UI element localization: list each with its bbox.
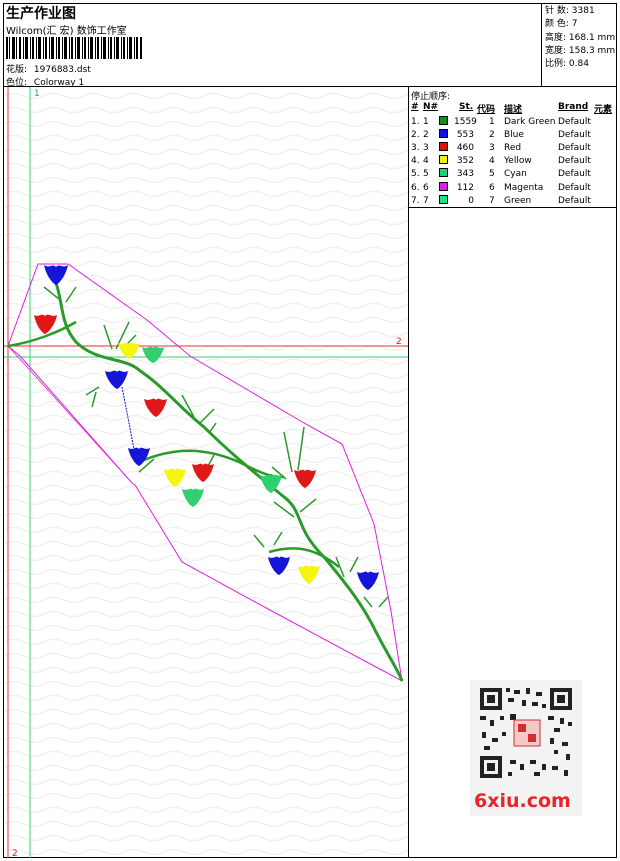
row-index: 1. xyxy=(411,117,420,127)
design-filename: 1976883.dst xyxy=(33,65,91,75)
row-needle: 5 xyxy=(423,169,429,179)
stop-sequence-row: 2. 2 553 2 Blue Default xyxy=(410,129,616,142)
color-count: 颜 色: 7 xyxy=(545,19,578,29)
row-brand: Default xyxy=(558,143,591,153)
row-description: Blue xyxy=(504,130,524,140)
marker-bottom: 2 xyxy=(12,849,18,858)
color-swatch xyxy=(439,129,448,138)
col-header-description: 描述 xyxy=(504,105,523,115)
row-code: 2 xyxy=(489,130,495,140)
col-header-element: 元素 xyxy=(594,105,613,115)
row-description: Cyan xyxy=(504,169,527,179)
company-name: Wilcom(汇 宏) 数饰工作室 xyxy=(6,26,127,37)
marker-right: 2 xyxy=(396,337,402,347)
row-code: 3 xyxy=(489,143,495,153)
stop-sequence-row: 3. 3 460 3 Red Default xyxy=(410,142,616,155)
col-header-number: N# xyxy=(423,102,439,112)
stop-sequence-row: 5. 5 343 5 Cyan Default xyxy=(410,168,616,181)
page-title: 生产作业图 xyxy=(6,6,76,22)
col-header-code: 代码 xyxy=(477,105,496,115)
row-stitches: 343 xyxy=(456,169,474,179)
row-code: 6 xyxy=(489,183,495,193)
row-description: Yellow xyxy=(504,156,532,166)
marker-top: 1 xyxy=(34,89,40,99)
col-header-stitches: St. xyxy=(459,102,474,112)
design-scale: 比例: 0.84 xyxy=(545,59,589,69)
table-divider xyxy=(409,207,617,208)
row-code: 5 xyxy=(489,169,495,179)
row-brand: Default xyxy=(558,156,591,166)
stop-sequence-row: 4. 4 352 4 Yellow Default xyxy=(410,155,616,168)
col-header-brand: Brand xyxy=(558,102,589,112)
row-brand: Default xyxy=(558,169,591,179)
row-needle: 3 xyxy=(423,143,429,153)
color-swatch xyxy=(439,116,448,125)
row-brand: Default xyxy=(558,117,591,127)
stop-sequence-row: 6. 6 112 6 Magenta Default xyxy=(410,182,616,195)
row-index: 2. xyxy=(411,130,420,140)
row-code: 4 xyxy=(489,156,495,166)
design-width: 宽度: 158.3 mm xyxy=(545,46,616,56)
stop-sequence-row: 1. 1 1559 1 Dark Green Default xyxy=(410,116,616,129)
col-header-index: # xyxy=(411,102,419,112)
row-needle: 4 xyxy=(423,156,429,166)
row-stitches: 352 xyxy=(456,156,474,166)
design-canvas: 1 2 2 xyxy=(4,87,408,858)
site-watermark: 6xiu.com xyxy=(474,790,571,812)
row-stitches: 460 xyxy=(456,143,474,153)
row-description: Dark Green xyxy=(504,117,556,127)
row-index: 5. xyxy=(411,169,420,179)
design-info: 花版: 1976883.dst xyxy=(6,62,91,75)
row-brand: Default xyxy=(558,183,591,193)
row-needle: 2 xyxy=(423,130,429,140)
stop-sequence-title: 停止顺序: xyxy=(411,92,451,102)
row-description: Magenta xyxy=(504,183,544,193)
row-index: 3. xyxy=(411,143,420,153)
row-stitches: 1559 xyxy=(454,117,477,127)
color-swatch xyxy=(439,142,448,151)
row-needle: 1 xyxy=(423,117,429,127)
row-stitches: 553 xyxy=(456,130,474,140)
row-brand: Default xyxy=(558,130,591,140)
color-swatch xyxy=(439,155,448,164)
color-swatch xyxy=(439,182,448,191)
design-height: 高度: 168.1 mm xyxy=(545,33,616,43)
row-description: Red xyxy=(504,143,522,153)
stats-box: 针 数: 3381 颜 色: 7 高度: 168.1 mm 宽度: 158.3 … xyxy=(541,3,617,86)
row-needle: 6 xyxy=(423,183,429,193)
stitch-count: 针 数: 3381 xyxy=(545,6,595,16)
row-stitches: 112 xyxy=(456,183,474,193)
barcode-icon xyxy=(6,37,142,59)
row-code: 1 xyxy=(489,117,495,127)
row-index: 6. xyxy=(411,183,420,193)
row-index: 4. xyxy=(411,156,420,166)
design-label: 花版: xyxy=(6,65,28,75)
color-swatch xyxy=(439,168,448,177)
color-swatch xyxy=(439,195,448,204)
